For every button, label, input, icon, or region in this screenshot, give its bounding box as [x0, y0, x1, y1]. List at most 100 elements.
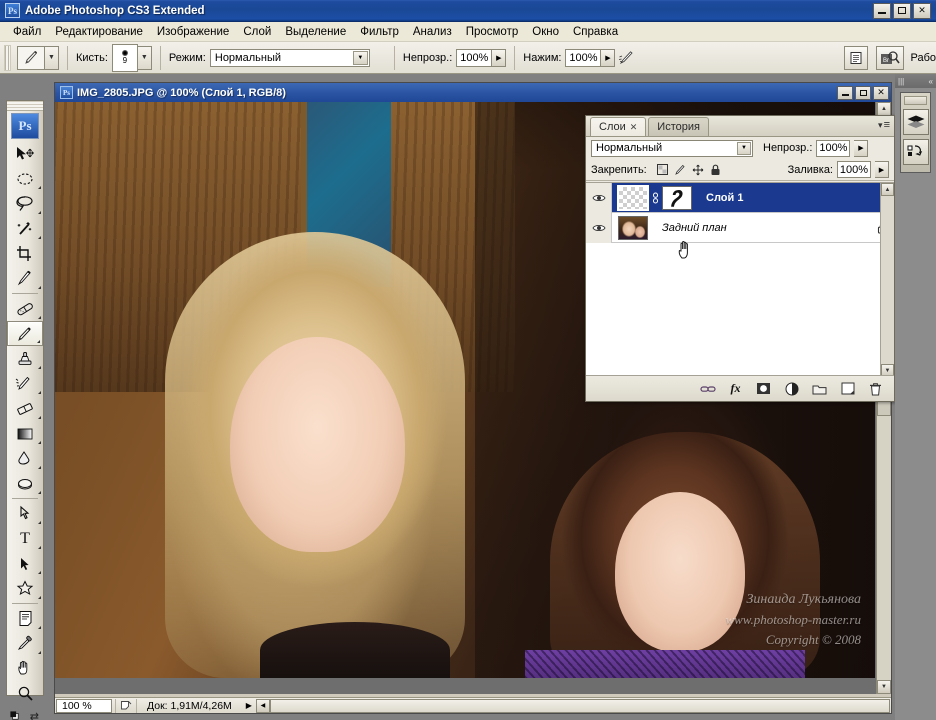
delete-layer-button[interactable] [867, 380, 884, 397]
menu-select[interactable]: Выделение [278, 24, 353, 40]
shape-tool[interactable] [7, 576, 43, 601]
toolbox-grip[interactable] [7, 101, 43, 111]
blend-mode-select[interactable]: Нормальный ▼ [209, 48, 370, 67]
path-selection-tool[interactable] [7, 551, 43, 576]
notes-tool[interactable] [7, 606, 43, 631]
panel-menu-button[interactable]: ▾ ≡ [878, 120, 890, 131]
status-preview-button[interactable] [115, 698, 137, 713]
options-bar-grip[interactable] [4, 44, 11, 71]
table-row[interactable]: Слой 1 [586, 183, 894, 213]
history-dock-button[interactable] [902, 139, 929, 165]
fill-value[interactable]: 100% [837, 161, 871, 178]
table-row[interactable]: Задний план [586, 212, 894, 243]
opacity-slider-arrow[interactable]: ▶ [492, 48, 507, 67]
zoom-level-field[interactable]: 100 % [56, 698, 112, 713]
layer-opacity-arrow[interactable]: ▶ [854, 139, 869, 157]
open-bridge-button[interactable]: Br [876, 45, 905, 70]
pen-tool[interactable] [7, 501, 43, 526]
layer-visibility-toggle[interactable] [586, 212, 612, 243]
zoom-tool[interactable] [7, 681, 43, 706]
brush-picker-arrow[interactable]: ▼ [137, 45, 152, 70]
document-title-bar[interactable]: Ps IMG_2805.JPG @ 100% (Слой 1, RGB/8) ✕ [55, 83, 891, 102]
layers-scrollbar[interactable]: ▲ ▼ [880, 183, 894, 376]
menu-file[interactable]: Файл [6, 24, 48, 40]
scroll-down-button[interactable]: ▼ [877, 680, 891, 694]
status-menu-arrow[interactable]: ▶ [242, 701, 256, 710]
toggle-palettes-button[interactable] [844, 45, 869, 70]
brush-tool[interactable] [7, 321, 43, 346]
tab-layers[interactable]: Слои ✕ [590, 117, 647, 136]
new-layer-button[interactable] [839, 380, 856, 397]
history-brush-tool[interactable] [7, 371, 43, 396]
eraser-tool[interactable] [7, 396, 43, 421]
tab-history[interactable]: История [648, 117, 709, 136]
layer-opacity-value[interactable]: 100% [816, 139, 851, 157]
layers-scroll-up[interactable]: ▲ [881, 183, 894, 196]
chevron-down-icon[interactable]: ▼ [352, 50, 368, 65]
workspace-label[interactable]: Рабо [910, 52, 936, 64]
swap-colors-icon[interactable]: ⇄ [30, 710, 39, 720]
eyedropper-tool[interactable] [7, 631, 43, 656]
menu-layer[interactable]: Слой [236, 24, 278, 40]
document-minimize-button[interactable] [837, 85, 853, 100]
crop-tool[interactable] [7, 241, 43, 266]
default-colors-icon[interactable] [10, 711, 19, 720]
airbrush-button[interactable] [615, 46, 639, 70]
brush-size-preview[interactable]: 9 [111, 43, 138, 72]
menu-filter[interactable]: Фильтр [353, 24, 406, 40]
clone-stamp-tool[interactable] [7, 346, 43, 371]
collapse-dock-icon[interactable]: « [929, 77, 933, 86]
maximize-button[interactable] [893, 2, 911, 19]
slice-tool[interactable] [7, 266, 43, 291]
lock-image-icon[interactable] [674, 164, 686, 176]
opacity-value[interactable]: 100% [456, 48, 493, 67]
layer-style-button[interactable]: fx [727, 380, 744, 397]
chevron-down-icon[interactable]: ▼ [737, 141, 751, 155]
status-scroll-track[interactable] [269, 698, 890, 713]
gradient-tool[interactable] [7, 421, 43, 446]
menu-view[interactable]: Просмотр [459, 24, 526, 40]
close-icon[interactable]: ✕ [630, 122, 638, 133]
layer-visibility-toggle[interactable] [586, 183, 612, 213]
blur-tool[interactable] [7, 446, 43, 471]
flow-value[interactable]: 100% [565, 48, 602, 67]
close-button[interactable]: ✕ [913, 2, 931, 19]
scroll-up-button[interactable]: ▲ [877, 102, 891, 116]
menu-edit[interactable]: Редактирование [48, 24, 150, 40]
menu-analysis[interactable]: Анализ [406, 24, 459, 40]
marquee-tool[interactable] [7, 166, 43, 191]
new-group-button[interactable] [811, 380, 828, 397]
add-layer-mask-button[interactable] [755, 380, 772, 397]
layers-dock-button[interactable] [902, 109, 929, 135]
move-tool[interactable] [7, 141, 43, 166]
document-maximize-button[interactable] [855, 85, 871, 100]
layer-name[interactable]: Задний план [662, 222, 727, 234]
magic-wand-tool[interactable] [7, 216, 43, 241]
lock-all-icon[interactable] [710, 164, 721, 176]
fill-arrow[interactable]: ▶ [875, 161, 889, 178]
layer-name[interactable]: Слой 1 [706, 192, 743, 204]
lasso-tool[interactable] [7, 191, 43, 216]
menu-image[interactable]: Изображение [150, 24, 236, 40]
layer-thumbnail[interactable] [618, 215, 648, 240]
layer-thumbnail[interactable] [617, 184, 649, 211]
tool-preset-picker[interactable]: ▼ [45, 45, 59, 70]
layer-blend-mode-select[interactable]: Нормальный ▼ [591, 139, 753, 157]
healing-brush-tool[interactable] [7, 296, 43, 321]
current-tool-preview[interactable] [17, 45, 45, 70]
mask-link-icon[interactable] [651, 189, 659, 207]
dock-well-grip[interactable] [904, 96, 927, 105]
layer-mask-thumbnail[interactable] [662, 185, 692, 210]
dock-header[interactable]: ||| « [895, 74, 936, 88]
new-adjustment-layer-button[interactable] [783, 380, 800, 397]
status-scroll-left[interactable]: ◀ [255, 698, 270, 713]
type-tool[interactable]: T [7, 526, 43, 551]
document-close-button[interactable]: ✕ [873, 85, 889, 100]
lock-transparency-icon[interactable] [656, 164, 668, 175]
lock-position-icon[interactable] [692, 164, 704, 176]
hand-tool[interactable] [7, 656, 43, 681]
dodge-tool[interactable] [7, 471, 43, 496]
menu-window[interactable]: Окно [525, 24, 566, 40]
menu-help[interactable]: Справка [566, 24, 625, 40]
minimize-button[interactable] [873, 2, 891, 19]
